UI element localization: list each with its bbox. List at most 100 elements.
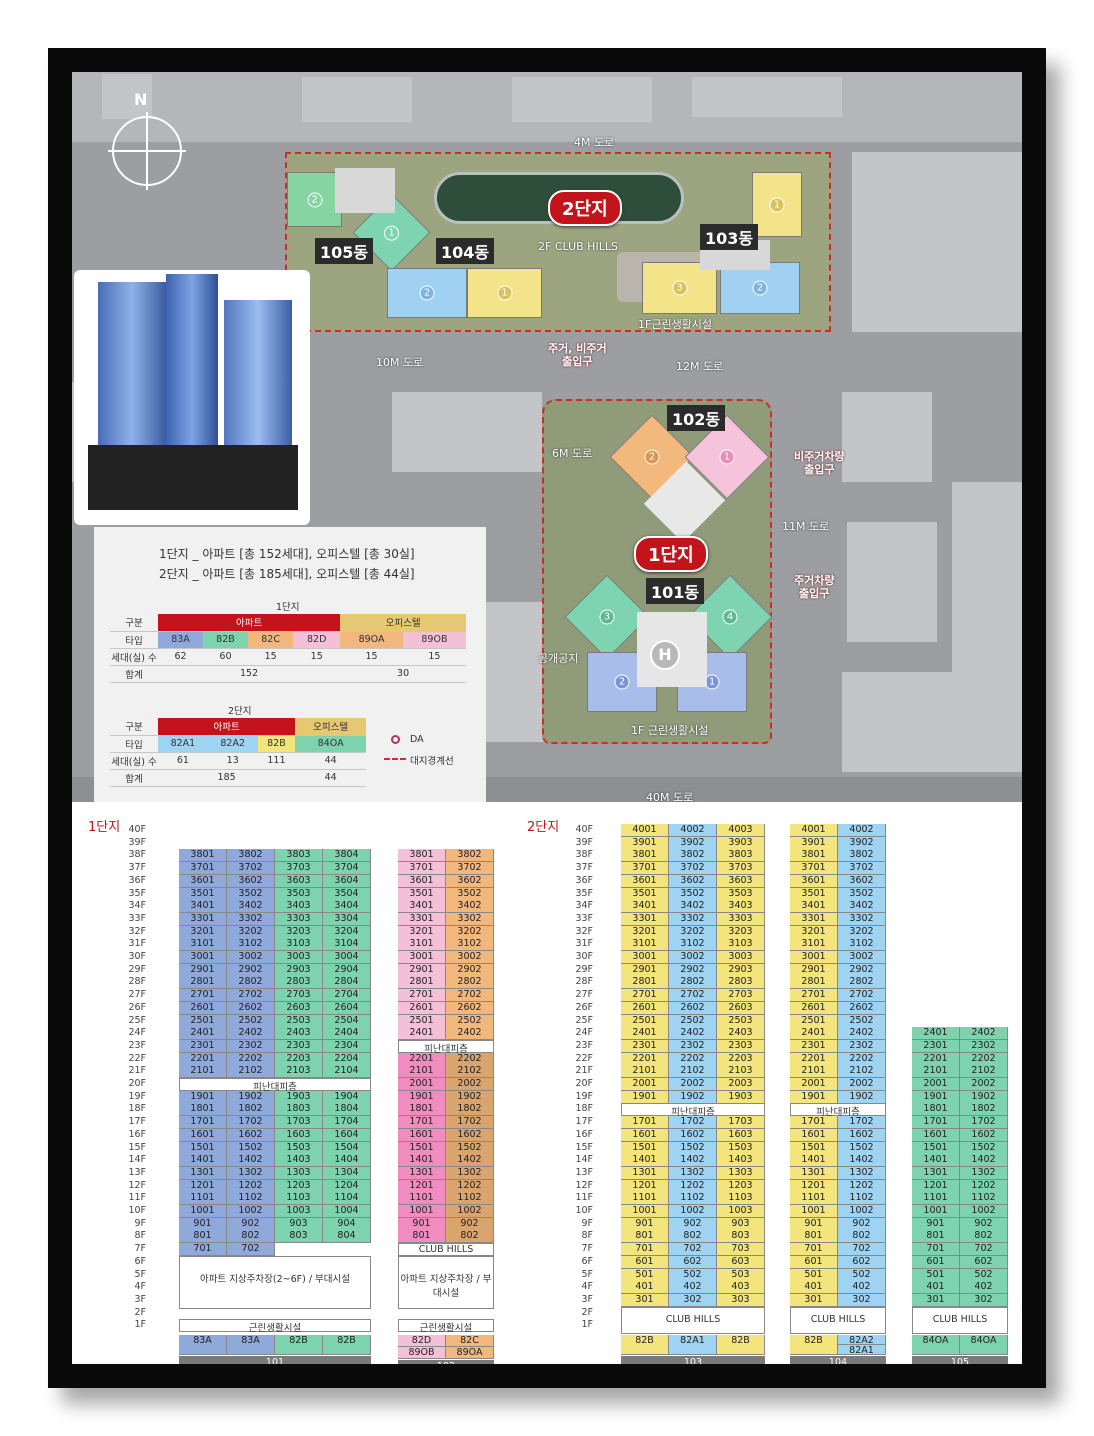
unit-cell: 3301 — [179, 912, 227, 926]
club-hills-label: 2F CLUB HILLS — [538, 240, 618, 253]
unit-cell: 1902 — [446, 1090, 494, 1104]
type-101: 82B — [323, 1335, 371, 1355]
unit-cell: 2101 — [912, 1065, 960, 1079]
floor-label-1: 26F — [128, 1001, 146, 1013]
unit-cell: 1401 — [790, 1154, 838, 1168]
unit-cell: 2901 — [179, 963, 227, 977]
unit-cell: 803 — [717, 1230, 765, 1244]
unit-cell: 2301 — [912, 1039, 960, 1053]
unit-cell: 2401 — [179, 1027, 227, 1041]
unit-cell: 2101 — [179, 1065, 227, 1079]
floor-label-2: 3F — [581, 1293, 593, 1305]
type-105: 84OA — [960, 1335, 1008, 1355]
club-105: CLUB HILLS — [912, 1306, 1008, 1334]
unit-cell: 302 — [960, 1293, 1008, 1307]
floor-label-2: 25F — [575, 1014, 593, 1026]
unit-cell: 3001 — [621, 951, 669, 964]
unit-cell: 3302 — [838, 912, 886, 926]
floor-label-1: 13F — [128, 1166, 146, 1178]
unit-cell: 3002 — [838, 951, 886, 964]
tower-render — [74, 270, 310, 525]
unit-cell: 2001 — [398, 1078, 446, 1091]
unit-cell: 1103 — [275, 1192, 323, 1206]
unit-cell: 1301 — [621, 1166, 669, 1180]
unit-cell: 2501 — [398, 1014, 446, 1028]
unit-cell: 1704 — [323, 1116, 371, 1130]
floor-label-2: 16F — [575, 1128, 593, 1140]
unit-cell: 401 — [790, 1281, 838, 1295]
unit-cell: 1501 — [912, 1141, 960, 1155]
floor-label-2: 23F — [575, 1039, 593, 1051]
unit-cell: 3503 — [717, 887, 765, 901]
unit-cell: 1202 — [446, 1179, 494, 1193]
unit-cell: 2901 — [398, 963, 446, 977]
unit-cell: 2201 — [912, 1052, 960, 1066]
unit-cell: 1201 — [179, 1179, 227, 1193]
unit-summary-panel: 1단지 _ 아파트 [총 152세대], 오피스텔 [총 30실] 2단지 _ … — [94, 527, 486, 802]
unit-cell: 1901 — [179, 1090, 227, 1104]
unit-cell: 3901 — [621, 836, 669, 850]
unit-cell: 3703 — [717, 862, 765, 876]
unit-cell: 3401 — [621, 900, 669, 914]
floor-label-2: 7F — [581, 1243, 593, 1255]
floor-label-2: 28F — [575, 976, 593, 988]
unit-cell: 3502 — [838, 887, 886, 901]
floor-label-2: 20F — [575, 1078, 593, 1089]
unit-cell: 3104 — [323, 938, 371, 952]
unit-cell: 2801 — [179, 976, 227, 990]
unit-cell: 602 — [669, 1255, 717, 1269]
unit-cell: 803 — [275, 1230, 323, 1244]
unit-cell: 1001 — [398, 1205, 446, 1218]
unit-cell: 2702 — [446, 989, 494, 1003]
block-103-1: 1 — [752, 172, 802, 237]
unit-cell: 1401 — [398, 1154, 446, 1168]
unit-cell: 2701 — [398, 989, 446, 1003]
type-102: 82C — [446, 1335, 494, 1347]
unit-cell: 401 — [912, 1281, 960, 1295]
refuge-floor-104: 피난대피층 — [790, 1103, 886, 1118]
unit-cell: 3404 — [323, 900, 371, 914]
unit-cell: 3102 — [669, 938, 717, 952]
poster: 2 1 2 1 3 2 1 2 1 3 4 2 1 H N 4M 도로 10M … — [72, 72, 1022, 1364]
unit-cell: 3401 — [790, 900, 838, 914]
building-105-label: 105 — [912, 1356, 1008, 1364]
floor-label-2: 17F — [575, 1116, 593, 1128]
stack-complex-1: 1단지 — [88, 820, 121, 835]
unit-cell: 2403 — [275, 1027, 323, 1041]
unit-cell: 2202 — [838, 1052, 886, 1066]
unit-cell: 2502 — [446, 1014, 494, 1028]
unit-cell: 902 — [838, 1217, 886, 1231]
unit-cell: 3304 — [323, 912, 371, 926]
floor-label-2: 26F — [575, 1001, 593, 1013]
unit-cell: 2702 — [227, 989, 275, 1003]
unit-cell: 1101 — [179, 1192, 227, 1206]
unit-cell: 2801 — [398, 976, 446, 990]
unit-cell: 2602 — [227, 1001, 275, 1015]
unit-cell: 3802 — [446, 849, 494, 863]
unit-cell: 2202 — [669, 1052, 717, 1066]
unit-cell: 1002 — [960, 1205, 1008, 1218]
unit-cell: 1102 — [227, 1192, 275, 1206]
unit-cell: 1104 — [323, 1192, 371, 1206]
floor-label-2: 39F — [575, 836, 593, 848]
unit-cell: 3002 — [227, 951, 275, 964]
floor-label-1: 2F — [134, 1306, 146, 1318]
unit-cell: 1301 — [790, 1166, 838, 1180]
unit-cell: 3402 — [838, 900, 886, 914]
unit-cell: 902 — [960, 1217, 1008, 1231]
unit-cell: 2502 — [838, 1014, 886, 1028]
unit-cell: 2703 — [275, 989, 323, 1003]
unit-cell: 702 — [227, 1243, 275, 1257]
table2-title: 2단지 — [228, 706, 252, 717]
unit-cell: 2702 — [669, 989, 717, 1003]
unit-cell: 601 — [912, 1255, 960, 1269]
unit-cell: 3201 — [179, 925, 227, 939]
unit-cell: 2202 — [227, 1052, 275, 1066]
unit-cell: 3701 — [179, 862, 227, 876]
unit-cell: 3703 — [275, 862, 323, 876]
unit-cell: 2603 — [275, 1001, 323, 1015]
unit-cell: 903 — [717, 1217, 765, 1231]
unit-cell: 1102 — [446, 1192, 494, 1206]
site-map: 2 1 2 1 3 2 1 2 1 3 4 2 1 H N 4M 도로 10M … — [72, 72, 1022, 802]
unit-cell: 3202 — [227, 925, 275, 939]
